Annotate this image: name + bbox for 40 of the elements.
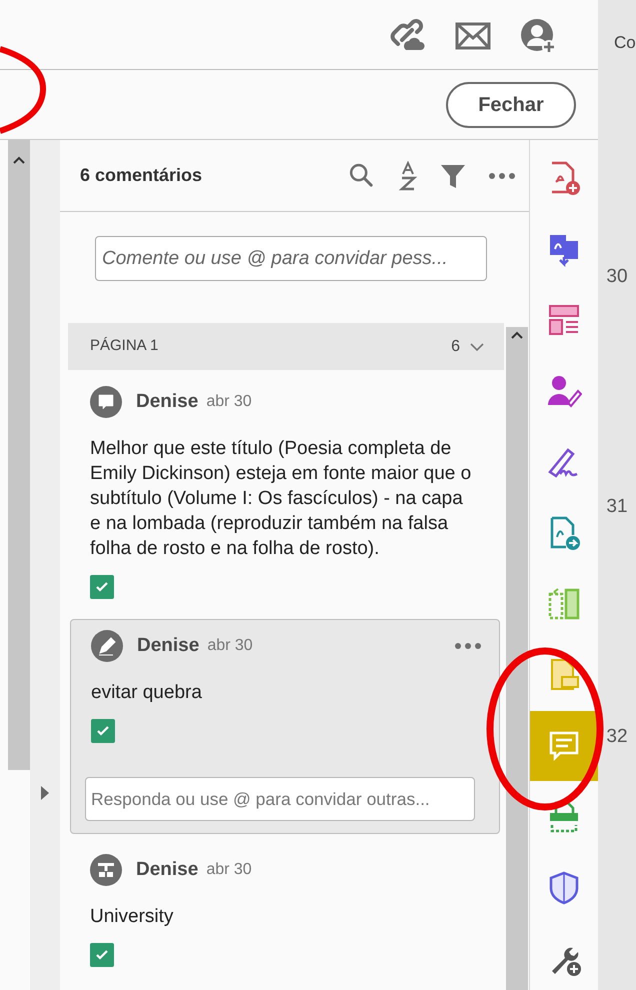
comment-author: Denise [137, 634, 200, 658]
chevron-down-icon[interactable] [470, 342, 484, 352]
expand-arrow-icon[interactable] [40, 785, 50, 801]
page-number: 32 [606, 725, 628, 745]
comment-input-field[interactable]: Comente ou use @ para convidar pess... [95, 236, 487, 281]
page-group-label: PÁGINA 1 [90, 336, 160, 356]
comment-text: evitar quebra [91, 681, 203, 705]
comment-text: Melhor que este título (Poesia completa de Emily Dickinson) esteja em fonte maior que o subtítulo (Volume I: Os fascículos) - na capa e na lombada (reproduzir também na falsa folha de rosto e na folha de rosto). [90, 437, 472, 561]
comments-count-title: 6 comentários [80, 164, 204, 187]
comment-author: Denise [136, 858, 198, 882]
checkbox[interactable] [91, 719, 115, 743]
sort-icon[interactable] [397, 160, 419, 190]
pen-avatar-icon [91, 630, 123, 662]
checkbox[interactable] [90, 575, 114, 599]
scroll-up-icon[interactable] [511, 331, 523, 339]
scrollbar[interactable] [506, 327, 528, 990]
comment-text: University [90, 905, 174, 929]
scrollbar[interactable] [8, 140, 30, 770]
page-number: 30 [606, 265, 628, 285]
page-group-header[interactable]: PÁGINA 1 6 [68, 323, 504, 370]
page-number: 31 [606, 495, 628, 515]
text-edit-avatar-icon [90, 854, 122, 886]
more-icon[interactable] [487, 170, 517, 180]
more-icon[interactable] [453, 641, 483, 651]
scroll-up-icon[interactable] [13, 156, 25, 164]
comment-author: Denise [136, 390, 198, 414]
tab-label[interactable]: Co [614, 30, 636, 50]
selected-comment-card[interactable]: Denise abr 30 evitar quebra Responda ou use @ para convidar outras... [70, 619, 500, 834]
reply-input-field[interactable]: Responda ou use @ para convidar outras... [85, 777, 475, 821]
close-button[interactable]: Fechar [446, 82, 576, 128]
comment-date: abr 30 [206, 860, 253, 880]
comment-date: abr 30 [207, 636, 254, 656]
page-group-count: 6 [451, 336, 460, 356]
selected-tool-tab[interactable] [530, 711, 598, 781]
checkbox[interactable] [90, 943, 114, 967]
comment-card[interactable]: Denise abr 30 University [68, 854, 504, 967]
note-avatar-icon [90, 386, 122, 418]
comment-date: abr 30 [206, 392, 253, 412]
layout-icon[interactable] [546, 302, 582, 338]
user-pen-icon[interactable] [546, 373, 582, 409]
